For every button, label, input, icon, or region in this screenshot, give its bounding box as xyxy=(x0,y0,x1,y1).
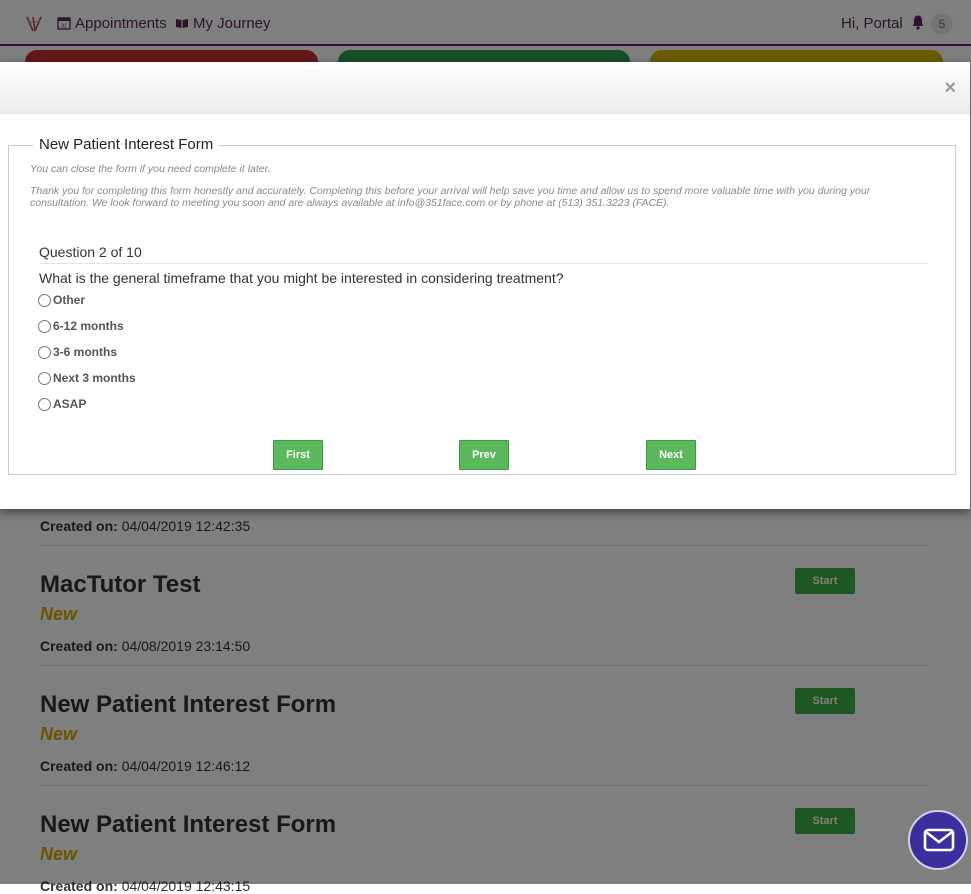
option-label: 6-12 months xyxy=(53,319,124,333)
radio-button[interactable] xyxy=(38,372,51,385)
thank-you-note-line-2: consultation. We look forward to meeting… xyxy=(30,197,670,209)
option-label: Other xyxy=(53,293,86,307)
close-later-note: You can close the form if you need compl… xyxy=(30,163,271,175)
option-asap[interactable]: ASAP xyxy=(38,397,86,411)
option-next-3-months[interactable]: Next 3 months xyxy=(38,371,136,385)
radio-button[interactable] xyxy=(38,398,51,411)
envelope-icon xyxy=(923,828,955,852)
option-label: ASAP xyxy=(53,397,87,411)
form-title: New Patient Interest Form xyxy=(33,136,220,153)
form-modal: × New Patient Interest Form You can clos… xyxy=(0,62,970,509)
form-fieldset: New Patient Interest Form You can close … xyxy=(8,136,956,475)
close-button[interactable]: × xyxy=(944,78,956,98)
modal-header: × xyxy=(0,62,970,114)
question-text: What is the general timeframe that you m… xyxy=(39,270,564,286)
prev-button[interactable]: Prev xyxy=(459,440,509,470)
option-label: Next 3 months xyxy=(53,371,136,385)
message-button[interactable] xyxy=(908,810,968,870)
question-divider xyxy=(39,263,929,264)
option-other[interactable]: Other xyxy=(38,293,85,307)
radio-button[interactable] xyxy=(38,320,51,333)
question-counter: Question 2 of 10 xyxy=(39,244,142,260)
first-button[interactable]: First xyxy=(273,440,323,470)
option-3-6-months[interactable]: 3-6 months xyxy=(38,345,117,359)
thank-you-note-line-1: Thank you for completing this form hones… xyxy=(30,185,871,197)
radio-button[interactable] xyxy=(38,346,51,359)
option-label: 3-6 months xyxy=(53,345,118,359)
next-button[interactable]: Next xyxy=(646,440,696,470)
option-6-12-months[interactable]: 6-12 months xyxy=(38,319,124,333)
radio-button[interactable] xyxy=(38,294,51,307)
